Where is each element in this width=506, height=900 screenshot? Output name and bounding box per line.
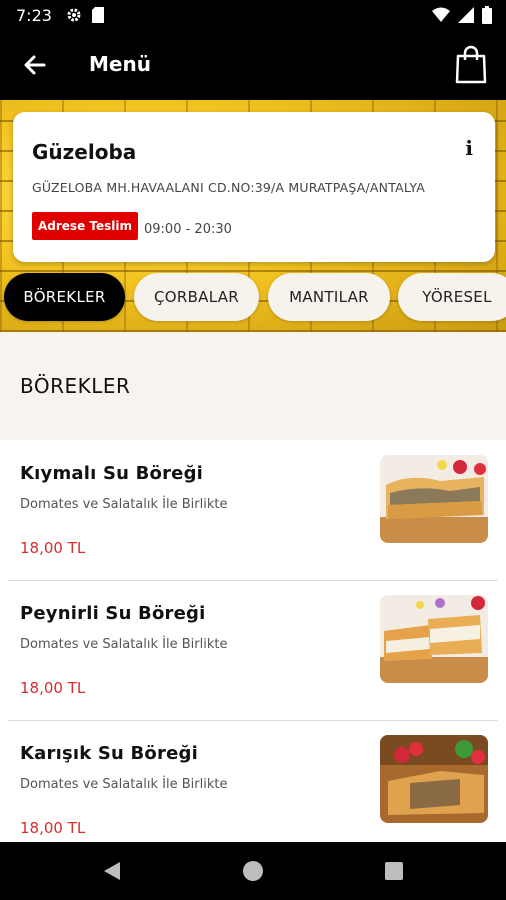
item-description: Domates ve Salatalık İle Birlikte [20,777,228,792]
menu-item[interactable]: Peynirli Su Böreği Domates ve Salatalık … [0,581,506,721]
item-image [380,455,488,543]
restaurant-card: Güzeloba i GÜZELOBA MH.HAVAALANI CD.NO:3… [13,112,495,262]
item-name: Peynirli Su Böreği [20,603,206,624]
tab-mantilar[interactable]: MANTILAR [268,273,390,321]
shopping-bag-icon[interactable] [454,44,488,84]
restaurant-name: Güzeloba [32,140,137,164]
settings-icon [67,8,81,22]
wifi-icon [432,7,450,22]
item-image [380,595,488,683]
page-title: Menü [89,52,151,76]
system-nav-bar [0,842,506,900]
item-description: Domates ve Salatalık İle Birlikte [20,637,228,652]
nav-recents-icon[interactable] [382,859,406,883]
opening-hours: 09:00 - 20:30 [144,222,232,237]
restaurant-address: GÜZELOBA MH.HAVAALANI CD.NO:39/A MURATPA… [32,180,425,195]
item-name: Kıymalı Su Böreği [20,463,204,484]
app-bar: Menü [0,30,506,100]
battery-icon [482,6,492,24]
item-name: Karışık Su Böreği [20,743,198,764]
item-price: 18,00 TL [20,819,86,837]
item-image [380,735,488,823]
tab-yoresel[interactable]: YÖRESEL [398,273,506,321]
back-arrow-icon[interactable] [20,50,50,80]
delivery-badge: Adrese Teslim [32,212,138,240]
nav-home-icon[interactable] [241,859,265,883]
item-description: Domates ve Salatalık İle Birlikte [20,497,228,512]
tab-corbalar[interactable]: ÇORBALAR [134,273,259,321]
menu-item[interactable]: Karışık Su Böreği Domates ve Salatalık İ… [0,721,506,861]
category-tabs: BÖREKLER ÇORBALAR MANTILAR YÖRESEL [0,273,506,323]
section-title: BÖREKLER [20,374,131,398]
status-bar: 7:23 [0,0,506,30]
info-icon[interactable]: i [465,136,473,160]
menu-item[interactable]: Kıymalı Su Böreği Domates ve Salatalık İ… [0,441,506,581]
item-price: 18,00 TL [20,679,86,697]
signal-icon [458,7,474,23]
sd-card-icon [91,7,104,23]
nav-back-icon[interactable] [100,859,124,883]
tab-borekler[interactable]: BÖREKLER [4,273,125,321]
section-header: BÖREKLER [0,332,506,440]
item-price: 18,00 TL [20,539,86,557]
status-time: 7:23 [16,5,52,25]
